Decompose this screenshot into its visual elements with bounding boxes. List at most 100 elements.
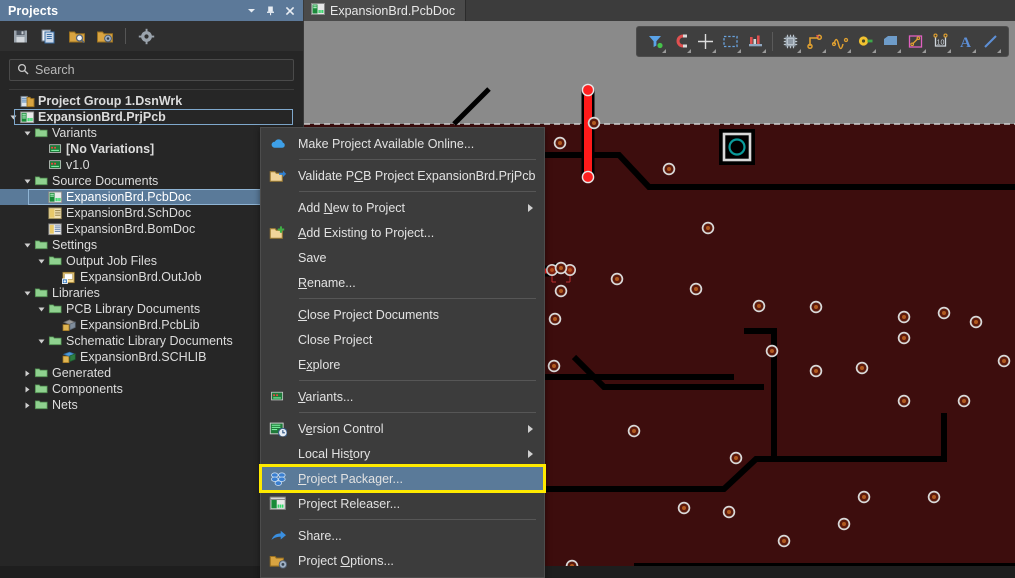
workspace-icon <box>19 94 35 108</box>
expand-arrow-icon[interactable] <box>22 402 33 409</box>
tree-item-expansionbrd-prjpcb[interactable]: ExpansionBrd.PrjPcb <box>0 109 303 125</box>
menu-item-share[interactable]: Share... <box>261 523 544 548</box>
polygon-pour-icon[interactable] <box>878 29 902 54</box>
gear-icon[interactable] <box>136 26 157 47</box>
menu-item-project-releaser[interactable]: Project Releaser... <box>261 491 544 516</box>
folder-settings-icon[interactable] <box>94 26 115 47</box>
expand-arrow-icon[interactable] <box>22 290 33 297</box>
via-icon[interactable] <box>853 29 877 54</box>
pin-icon[interactable] <box>261 1 280 20</box>
copy-documents-icon[interactable] <box>38 26 59 47</box>
search-input[interactable] <box>35 63 286 77</box>
expand-arrow-icon[interactable] <box>36 338 47 345</box>
tree-item-label: ExpansionBrd.OutJob <box>80 269 202 284</box>
tree-item-expansionbrd-pcblib[interactable]: ExpansionBrd.PcbLib <box>0 317 303 333</box>
tree-item-no-variations[interactable]: [No Variations] <box>0 141 303 157</box>
tree-item-expansionbrd-schlib[interactable]: ExpansionBrd.SCHLIB <box>0 349 303 365</box>
tree-item-label: Source Documents <box>52 173 159 188</box>
submenu-arrow-icon <box>528 449 533 458</box>
magnet-snap-icon[interactable] <box>668 29 692 54</box>
tree-item-variants[interactable]: Variants <box>0 125 303 141</box>
folder-icon <box>33 382 49 396</box>
folder-icon <box>47 334 63 348</box>
folder-icon <box>47 254 63 268</box>
focus-outline <box>28 189 293 205</box>
expand-arrow-icon[interactable] <box>8 114 19 121</box>
dimension-icon[interactable]: 10 <box>928 29 952 54</box>
context-menu-items: Make Project Available Online... Validat… <box>259 131 546 573</box>
menu-item-close-project[interactable]: Close Project <box>261 327 544 352</box>
menu-item-version-control[interactable]: Version Control <box>261 416 544 441</box>
tree-item-components[interactable]: Components <box>0 381 303 397</box>
tree-item-schematic-library-documents[interactable]: Schematic Library Documents <box>0 333 303 349</box>
panel-divider <box>9 89 294 90</box>
search-box[interactable] <box>9 59 294 81</box>
tree-item-expansionbrd-bomdoc[interactable]: ExpansionBrd.BomDoc <box>0 221 303 237</box>
filter-icon[interactable] <box>643 29 667 54</box>
chip-icon[interactable] <box>778 29 802 54</box>
tree-item-nets[interactable]: Nets <box>0 397 303 413</box>
project-releaser-icon <box>268 495 287 512</box>
select-area-icon[interactable] <box>718 29 742 54</box>
menu-item-validate-pcb-project-expansionbrd-prjpcb[interactable]: Validate PCB Project ExpansionBrd.PrjPcb <box>261 163 544 188</box>
menu-item-add-existing-to-project[interactable]: Add Existing to Project... <box>261 220 544 245</box>
document-tab-bar: ExpansionBrd.PcbDoc <box>304 0 1015 21</box>
tree-item-source-documents[interactable]: Source Documents <box>0 173 303 189</box>
folder-search-icon[interactable] <box>66 26 87 47</box>
expand-arrow-icon[interactable] <box>22 370 33 377</box>
expand-arrow-icon[interactable] <box>22 242 33 249</box>
schdoc-icon <box>47 206 63 220</box>
text-icon[interactable]: A <box>953 29 977 54</box>
tree-item-libraries[interactable]: Libraries <box>0 285 303 301</box>
tree-item-project-group-1-dsnwrk[interactable]: Project Group 1.DsnWrk <box>0 93 303 109</box>
crosshair-icon[interactable] <box>693 29 717 54</box>
tree-item-label: Project Group 1.DsnWrk <box>38 93 183 108</box>
menu-item-label: Close Project Documents <box>298 307 440 322</box>
tree-item-expansionbrd-outjob[interactable]: ExpansionBrd.OutJob <box>0 269 303 285</box>
menu-item-label: Project Packager... <box>298 471 403 486</box>
tree-item-expansionbrd-schdoc[interactable]: ExpansionBrd.SchDoc <box>0 205 303 221</box>
tree-item-expansionbrd-pcbdoc[interactable]: ExpansionBrd.PcbDoc <box>0 189 303 205</box>
dropdown-icon[interactable] <box>242 1 261 20</box>
expand-arrow-icon[interactable] <box>22 178 33 185</box>
room-icon[interactable] <box>903 29 927 54</box>
menu-item-close-project-documents[interactable]: Close Project Documents <box>261 302 544 327</box>
menu-separator <box>299 519 536 520</box>
bomdoc-icon <box>47 222 63 236</box>
menu-item-project-packager[interactable]: Project Packager... <box>259 464 546 493</box>
tree-item-label: Settings <box>52 237 98 252</box>
menu-item-rename[interactable]: Rename... <box>261 270 544 295</box>
svg-text:10: 10 <box>936 40 944 47</box>
tree-item-output-job-files[interactable]: Output Job Files <box>0 253 303 269</box>
tree-item-settings[interactable]: Settings <box>0 237 303 253</box>
expand-arrow-icon[interactable] <box>36 306 47 313</box>
expand-arrow-icon[interactable] <box>22 386 33 393</box>
place-component-icon[interactable] <box>743 29 767 54</box>
menu-separator <box>299 412 536 413</box>
close-icon[interactable] <box>280 1 299 20</box>
tree-item-v1-0[interactable]: v1.0 <box>0 157 303 173</box>
menu-item-local-history[interactable]: Local History <box>261 441 544 466</box>
tab-expansionbrd-pcbdoc[interactable]: ExpansionBrd.PcbDoc <box>304 0 467 21</box>
projects-panel: Projects Search Project Group 1.DsnWrk E… <box>0 0 304 566</box>
tree-item-generated[interactable]: Generated <box>0 365 303 381</box>
menu-item-add-new-to-project[interactable]: Add New to Project <box>261 195 544 220</box>
expand-arrow-icon[interactable] <box>36 258 47 265</box>
version-control-icon <box>268 420 287 437</box>
menu-item-explore[interactable]: Explore <box>261 352 544 377</box>
save-icon[interactable] <box>10 26 31 47</box>
share-arrow-icon <box>268 527 287 544</box>
toolbar-separator <box>125 28 126 44</box>
route-trace-icon[interactable] <box>803 29 827 54</box>
menu-item-make-project-available-online[interactable]: Make Project Available Online... <box>261 131 544 156</box>
tree-item-label: Nets <box>52 397 78 412</box>
menu-item-label: Validate PCB Project ExpansionBrd.PrjPcb <box>298 168 536 183</box>
expand-arrow-icon[interactable] <box>22 130 33 137</box>
line-icon[interactable] <box>978 29 1002 54</box>
menu-item-save[interactable]: Save <box>261 245 544 270</box>
menu-item-variants[interactable]: Variants... <box>261 384 544 409</box>
menu-item-project-options[interactable]: Project Options... <box>261 548 544 573</box>
menu-item-label: Variants... <box>298 389 354 404</box>
tree-item-pcb-library-documents[interactable]: PCB Library Documents <box>0 301 303 317</box>
differential-pair-icon[interactable] <box>828 29 852 54</box>
